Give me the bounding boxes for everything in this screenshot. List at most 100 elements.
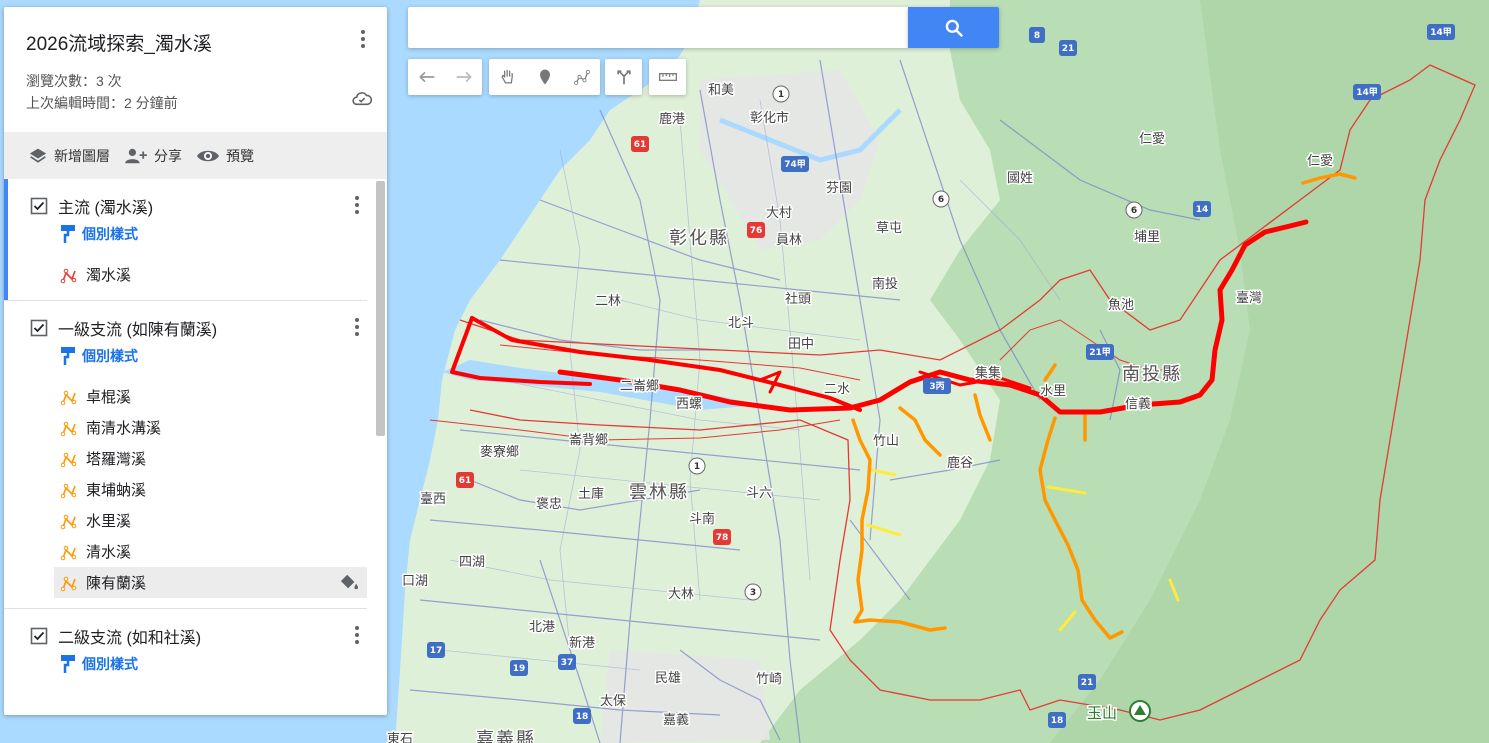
route-shield-21a: 21甲 xyxy=(1089,347,1111,358)
layer-style-link[interactable]: 個別樣式 xyxy=(4,219,367,249)
add-layer-button[interactable]: 新增圖層 xyxy=(28,146,110,166)
route-shield-1: 1 xyxy=(778,90,784,100)
orange-line-icon xyxy=(60,576,77,591)
ruler-icon xyxy=(658,73,677,81)
route-shield-17: 17 xyxy=(430,646,443,656)
label-lugu: 鹿谷 xyxy=(947,455,973,471)
map-title[interactable]: 2026流域探索_濁水溪 xyxy=(26,29,365,56)
feature-label: 清水溪 xyxy=(86,544,132,561)
route-shield-3c: 3丙 xyxy=(929,381,944,392)
label-jiayi: 嘉義 xyxy=(663,712,689,728)
label-shetou: 社頭 xyxy=(785,291,811,307)
kebab-dot xyxy=(355,203,359,207)
label-kouhu: 口湖 xyxy=(402,574,428,589)
feature-item[interactable]: 濁水溪 xyxy=(4,259,367,290)
label-douliu: 斗六 xyxy=(746,486,772,501)
feature-label: 水里溪 xyxy=(86,513,132,530)
kebab-dot xyxy=(355,626,359,630)
label-puli: 埔里 xyxy=(1134,230,1160,245)
layer-style-link[interactable]: 個別樣式 xyxy=(4,649,367,679)
route-shield-19: 19 xyxy=(513,664,526,674)
label-baozhong: 褒忠 xyxy=(536,497,562,512)
route-shield-18a: 18 xyxy=(576,712,589,722)
label-beigang: 北港 xyxy=(529,620,555,635)
directions-toolbar xyxy=(605,59,642,95)
layer-visibility-checkbox[interactable] xyxy=(30,319,48,337)
label-dalin: 大林 xyxy=(668,587,694,602)
layer-visibility-checkbox[interactable] xyxy=(30,197,48,215)
label-tuku: 土庫 xyxy=(578,487,604,502)
add-layer-label: 新增圖層 xyxy=(54,147,110,164)
paint-roller-icon xyxy=(61,655,75,673)
label-beidou: 北斗 xyxy=(728,316,754,331)
label-mailiao: 麥寮鄉 xyxy=(480,444,519,460)
label-hemei: 和美 xyxy=(708,83,734,98)
label-shuili: 水里 xyxy=(1040,384,1066,399)
layer-name[interactable]: 一級支流 (如陳有蘭溪) xyxy=(58,316,217,340)
route-shield-21: 21 xyxy=(1062,44,1075,54)
draw-line-icon xyxy=(573,69,590,85)
route-shield-74a: 74甲 xyxy=(784,159,806,170)
paint-bucket-icon[interactable] xyxy=(339,573,359,591)
route-shield-6b: 6 xyxy=(1131,206,1137,216)
layer-first-tributaries[interactable]: 一級支流 (如陳有蘭溪) 個別樣式 卓棍溪 南清水溝溪 塔羅灣溪 東埔蚋溪 水里… xyxy=(4,301,367,609)
feature-item[interactable]: 塔羅灣溪 xyxy=(4,443,367,474)
add-marker-button[interactable] xyxy=(526,59,563,95)
layer-name[interactable]: 二級支流 (如和社溪) xyxy=(58,624,201,648)
label-sihu: 四湖 xyxy=(459,555,485,570)
feature-item[interactable]: 南清水溝溪 xyxy=(4,412,367,443)
feature-item[interactable]: 卓棍溪 xyxy=(4,381,367,412)
map-options-button[interactable] xyxy=(353,27,373,51)
undo-button[interactable] xyxy=(408,59,445,95)
feature-item-selected[interactable]: 陳有蘭溪 xyxy=(54,567,367,598)
label-xingang: 新港 xyxy=(569,635,595,651)
kebab-dot xyxy=(355,332,359,336)
layer-name[interactable]: 主流 (濁水溪) xyxy=(58,194,153,218)
label-guoxing: 國姓 xyxy=(1007,171,1033,186)
pan-tool-button[interactable] xyxy=(489,59,526,95)
feature-item[interactable]: 東埔蚋溪 xyxy=(4,474,367,505)
share-label: 分享 xyxy=(154,147,182,164)
preview-button[interactable]: 預覽 xyxy=(196,146,254,166)
label-dongshi: 東石 xyxy=(387,731,413,743)
layer-main-stream[interactable]: 主流 (濁水溪) 個別樣式 濁水溪 xyxy=(4,179,367,301)
search-button[interactable] xyxy=(908,7,999,48)
label-yuanlin: 員林 xyxy=(776,233,802,248)
layer-second-tributaries[interactable]: 二級支流 (如和社溪) 個別樣式 xyxy=(4,609,367,689)
label-taixi: 臺西 xyxy=(420,492,446,507)
kebab-dot xyxy=(361,44,365,48)
kebab-dot xyxy=(355,210,359,214)
kebab-dot xyxy=(361,37,365,41)
mountain-peak-icon[interactable] xyxy=(1129,700,1151,722)
draw-line-button[interactable] xyxy=(563,59,600,95)
panel-scrollbar[interactable] xyxy=(376,181,385,436)
feature-item[interactable]: 清水溪 xyxy=(4,536,367,567)
label-xiluo: 西螺 xyxy=(676,397,702,412)
kebab-dot xyxy=(355,318,359,322)
search-input[interactable] xyxy=(408,7,908,48)
layer-options-button[interactable] xyxy=(347,623,367,647)
feature-item[interactable]: 水里溪 xyxy=(4,505,367,536)
feature-label: 陳有蘭溪 xyxy=(86,575,147,592)
label-taiwan: 臺灣 xyxy=(1236,291,1262,306)
directions-button[interactable] xyxy=(605,59,642,95)
route-shield-14b: 14甲 xyxy=(1356,87,1378,98)
route-shield-37: 37 xyxy=(561,658,574,668)
draw-toolbar xyxy=(489,59,600,95)
directions-icon xyxy=(616,70,631,85)
measure-button[interactable] xyxy=(649,59,686,95)
label-minxiong: 民雄 xyxy=(655,671,681,686)
route-shield-6a: 6 xyxy=(938,195,944,205)
route-shield-61b: 61 xyxy=(459,476,472,486)
orange-line-icon xyxy=(60,452,77,467)
layers-panel: 2026流域探索_濁水溪 瀏覽次數：3 次 上次編輯時間：2 分鐘前 新增圖層 … xyxy=(4,7,387,715)
layer-style-link[interactable]: 個別樣式 xyxy=(4,341,367,371)
redo-button[interactable] xyxy=(445,59,482,95)
layer-options-button[interactable] xyxy=(347,193,367,217)
label-ershui: 二水 xyxy=(824,382,850,397)
layer-options-button[interactable] xyxy=(347,315,367,339)
share-button[interactable]: 分享 xyxy=(124,146,182,166)
preview-label: 預覽 xyxy=(226,147,254,164)
layer-visibility-checkbox[interactable] xyxy=(30,627,48,645)
route-shield-1b: 1 xyxy=(694,462,700,472)
